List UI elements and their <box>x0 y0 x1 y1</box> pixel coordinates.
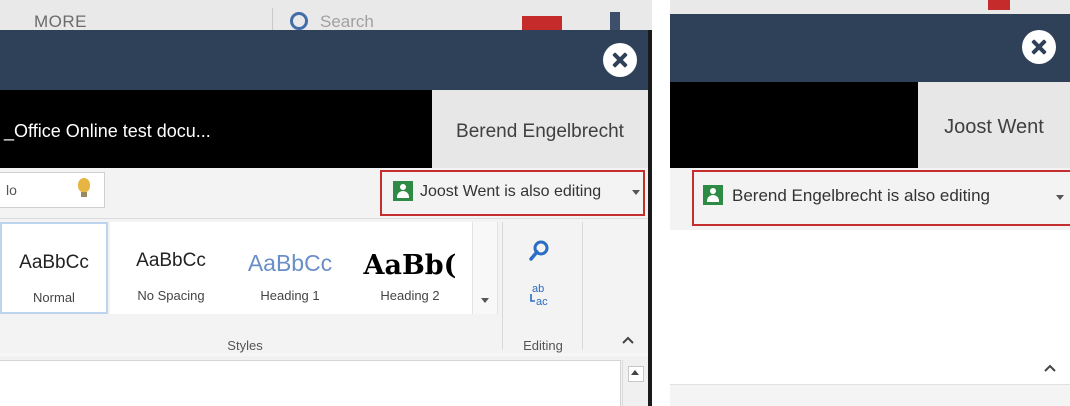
background-app-strip <box>670 0 1070 14</box>
current-user-name: Berend Engelbrecht <box>456 121 624 142</box>
right-screenshot-panel: Joost Went Berend Engelbrecht is also ed… <box>670 0 1070 406</box>
style-name: No Spacing <box>137 288 205 303</box>
document-title[interactable]: _Office Online test docu... <box>4 121 211 142</box>
style-sample: AaBb( <box>363 250 457 281</box>
close-icon[interactable] <box>1022 30 1056 64</box>
dialog-title-bar <box>670 14 1070 82</box>
style-normal[interactable]: AaBbCc Normal <box>0 222 108 314</box>
dropdown-caret-icon[interactable] <box>1056 195 1064 200</box>
chevron-up-icon[interactable] <box>620 334 636 346</box>
document-page[interactable] <box>0 360 621 406</box>
user-presence-icon <box>703 185 723 205</box>
background-search-icon <box>290 12 308 30</box>
ribbon-area <box>670 232 1070 382</box>
tell-me-text: lo <box>6 182 17 198</box>
user-presence-body <box>707 195 719 202</box>
ribbon-separator <box>502 222 503 350</box>
coauthor-status-text[interactable]: Joost Went is also editing <box>420 183 601 201</box>
left-screenshot-panel: MORE Search _Office Online test docu... … <box>0 0 652 406</box>
lightbulb-base <box>81 192 87 197</box>
dialog-title-bar <box>0 30 648 90</box>
user-presence-icon <box>393 181 413 201</box>
panel-divider <box>652 0 670 406</box>
user-presence-head <box>400 184 406 190</box>
style-sample: AaBbCc <box>19 252 89 273</box>
background-search-placeholder: Search <box>320 12 374 31</box>
style-sample: AaBbCc <box>247 250 333 276</box>
scroll-up-arrow-icon <box>631 370 639 375</box>
user-presence-body <box>397 191 409 198</box>
chevron-up-icon[interactable] <box>1042 362 1058 374</box>
document-title-bar <box>670 82 918 168</box>
style-no-spacing[interactable]: AaBbCc No Spacing <box>110 222 233 314</box>
coauthor-status-text[interactable]: Berend Engelbrecht is also editing <box>732 186 990 206</box>
background-more-label: MORE <box>34 12 87 31</box>
current-user-name: Joost Went <box>944 116 1044 138</box>
document-area <box>670 384 1070 406</box>
svg-text:ab: ab <box>532 283 544 295</box>
style-heading-1[interactable]: AaBbCc Heading 1 <box>232 222 349 314</box>
background-red-badge <box>988 0 1010 10</box>
close-icon[interactable] <box>603 43 637 77</box>
style-name: Heading 2 <box>380 288 440 303</box>
style-name: Normal <box>33 290 75 305</box>
replace-icon[interactable]: ab ac <box>527 282 557 308</box>
editing-group-label: Editing <box>523 338 563 353</box>
find-icon[interactable] <box>527 238 553 264</box>
lightbulb-icon <box>78 178 90 192</box>
more-styles-caret-icon <box>481 298 489 303</box>
style-heading-2[interactable]: AaBb( Heading 2 <box>348 222 473 314</box>
styles-group-label: Styles <box>227 338 263 353</box>
style-sample: AaBbCc <box>136 250 206 271</box>
ribbon-separator <box>582 222 583 350</box>
dropdown-caret-icon[interactable] <box>632 190 640 195</box>
background-dark-mark <box>610 12 620 30</box>
user-presence-head <box>710 188 716 194</box>
style-name: Heading 1 <box>260 288 320 303</box>
svg-text:ac: ac <box>536 296 548 308</box>
background-red-badge <box>522 16 562 30</box>
